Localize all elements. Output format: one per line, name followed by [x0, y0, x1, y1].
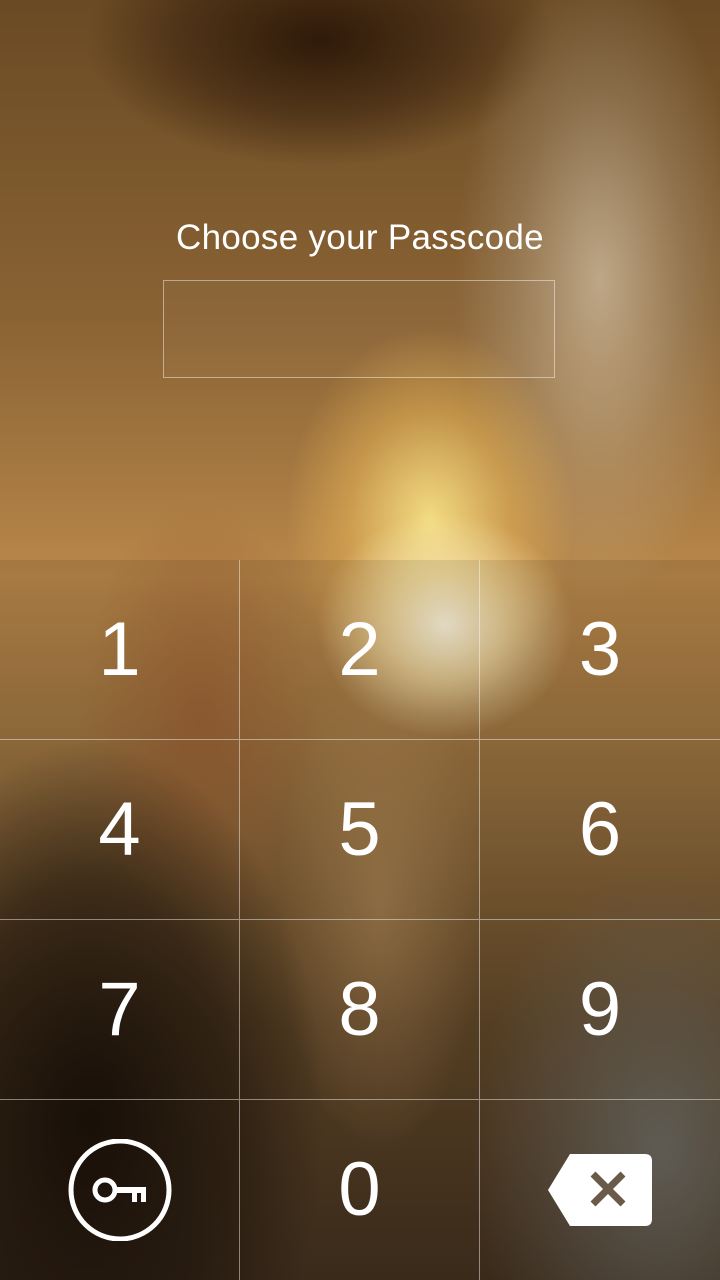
key-0-label: 0: [338, 1147, 381, 1232]
lock-screen: Choose your Passcode 1 2 3 4 5 6 7 8 9 0: [0, 0, 720, 1280]
backspace-icon: [548, 1154, 652, 1226]
key-6-label: 6: [578, 786, 622, 872]
key-3[interactable]: 3: [480, 560, 720, 740]
passcode-input-field[interactable]: [163, 280, 555, 378]
key-9-label: 9: [578, 966, 622, 1052]
passcode-prompt: Choose your Passcode: [176, 218, 544, 257]
key-4[interactable]: 4: [0, 740, 240, 920]
key-4-label: 4: [98, 786, 141, 872]
key-1[interactable]: 1: [0, 560, 240, 740]
key-9[interactable]: 9: [480, 920, 720, 1100]
key-2-label: 2: [338, 606, 381, 692]
key-1-label: 1: [98, 606, 141, 692]
key-7[interactable]: 7: [0, 920, 240, 1100]
key-0[interactable]: 0: [240, 1100, 480, 1280]
key-7-label: 7: [98, 966, 141, 1052]
backspace-button[interactable]: [480, 1100, 720, 1280]
key-2[interactable]: 2: [240, 560, 480, 740]
passcode-header: Choose your Passcode: [0, 0, 720, 560]
key-button[interactable]: [0, 1100, 240, 1280]
numeric-keypad: 1 2 3 4 5 6 7 8 9 0: [0, 560, 720, 1280]
key-icon: [68, 1139, 171, 1241]
key-5-label: 5: [338, 786, 381, 872]
key-3-label: 3: [578, 606, 622, 692]
key-8-label: 8: [338, 966, 381, 1052]
key-8[interactable]: 8: [240, 920, 480, 1100]
key-6[interactable]: 6: [480, 740, 720, 920]
key-5[interactable]: 5: [240, 740, 480, 920]
